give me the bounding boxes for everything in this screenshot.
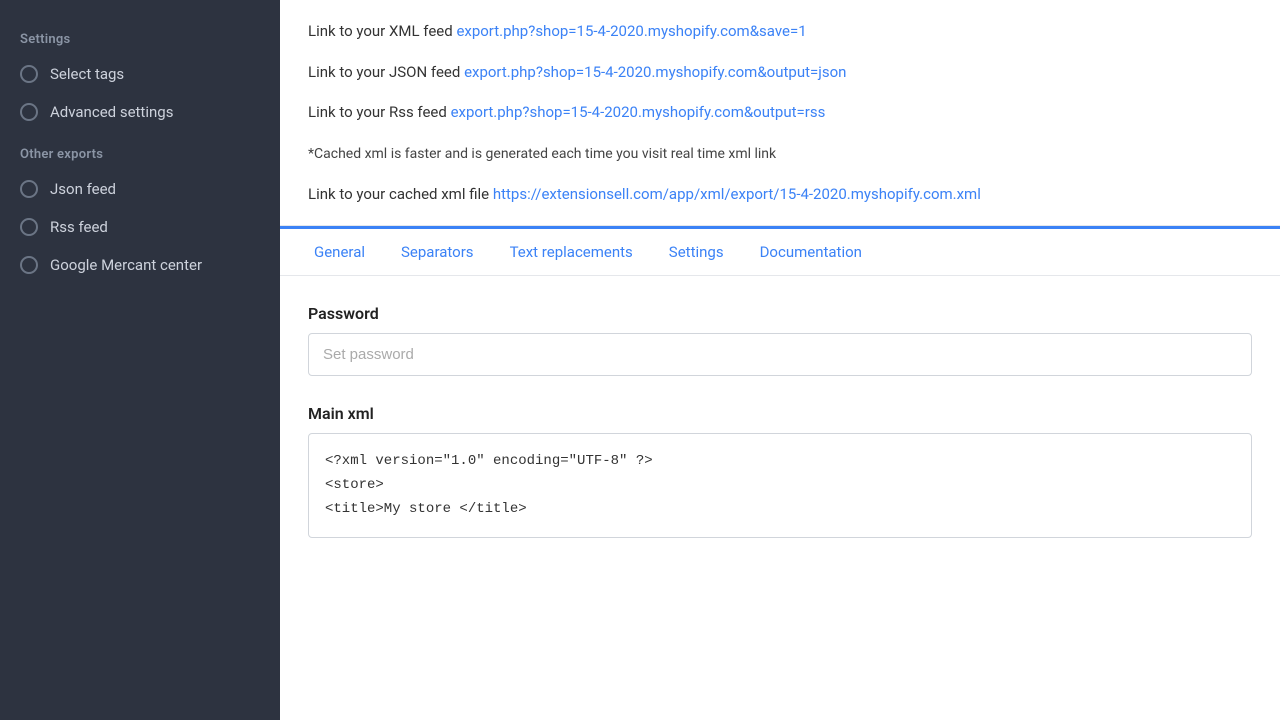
rss-feed-link[interactable]: export.php?shop=15-4-2020.myshopify.com&… (451, 103, 826, 121)
json-feed-radio (20, 180, 38, 198)
xml-feed-row: Link to your XML feed export.php?shop=15… (308, 20, 1252, 43)
rss-feed-radio (20, 218, 38, 236)
password-label: Password (308, 304, 1252, 323)
cached-xml-label: Link to your cached xml file (308, 185, 489, 203)
rss-feed-label: Link to your Rss feed (308, 103, 447, 121)
sidebar-item-select-tags[interactable]: Select tags (0, 55, 280, 93)
tab-settings[interactable]: Settings (651, 229, 742, 275)
xml-line-3: <title>My store </title> (325, 498, 1235, 522)
cached-xml-row: Link to your cached xml file https://ext… (308, 183, 1252, 206)
sidebar-item-label-advanced-settings: Advanced settings (50, 103, 173, 121)
sidebar-item-rss-feed[interactable]: Rss feed (0, 208, 280, 246)
sidebar-item-label-rss-feed: Rss feed (50, 218, 108, 236)
settings-section-title: Settings (0, 16, 280, 55)
json-feed-row: Link to your JSON feed export.php?shop=1… (308, 61, 1252, 84)
advanced-settings-radio (20, 103, 38, 121)
sidebar-item-google-merchant[interactable]: Google Mercant center (0, 246, 280, 284)
xml-code-block: <?xml version="1.0" encoding="UTF-8" ?> … (308, 433, 1252, 538)
tab-text-replacements[interactable]: Text replacements (492, 229, 651, 275)
rss-feed-row: Link to your Rss feed export.php?shop=15… (308, 101, 1252, 124)
tabs-bar: General Separators Text replacements Set… (280, 226, 1280, 276)
cache-note-row: *Cached xml is faster and is generated e… (308, 142, 1252, 165)
main-xml-section: Main xml <?xml version="1.0" encoding="U… (280, 404, 1280, 566)
xml-line-1: <?xml version="1.0" encoding="UTF-8" ?> (325, 450, 1235, 474)
links-panel: Link to your XML feed export.php?shop=15… (280, 0, 1280, 226)
sidebar-item-label-select-tags: Select tags (50, 65, 124, 83)
main-xml-label: Main xml (308, 404, 1252, 423)
tab-separators[interactable]: Separators (383, 229, 492, 275)
sidebar: Settings Select tags Advanced settings O… (0, 0, 280, 720)
sidebar-item-label-google-merchant: Google Mercant center (50, 256, 202, 274)
password-section: Password (280, 276, 1280, 404)
tab-documentation[interactable]: Documentation (742, 229, 880, 275)
sidebar-item-advanced-settings[interactable]: Advanced settings (0, 93, 280, 131)
google-merchant-radio (20, 256, 38, 274)
xml-feed-label: Link to your XML feed (308, 22, 453, 40)
select-tags-radio (20, 65, 38, 83)
xml-line-2: <store> (325, 474, 1235, 498)
xml-feed-link[interactable]: export.php?shop=15-4-2020.myshopify.com&… (456, 22, 806, 40)
password-input[interactable] (308, 333, 1252, 376)
main-content: Link to your XML feed export.php?shop=15… (280, 0, 1280, 720)
tab-general[interactable]: General (296, 229, 383, 275)
other-exports-section-title: Other exports (0, 131, 280, 170)
cached-xml-link[interactable]: https://extensionsell.com/app/xml/export… (493, 185, 981, 203)
json-feed-label: Link to your JSON feed (308, 63, 460, 81)
cache-note: *Cached xml is faster and is generated e… (308, 146, 776, 162)
sidebar-item-json-feed[interactable]: Json feed (0, 170, 280, 208)
json-feed-link[interactable]: export.php?shop=15-4-2020.myshopify.com&… (464, 63, 846, 81)
sidebar-item-label-json-feed: Json feed (50, 180, 116, 198)
